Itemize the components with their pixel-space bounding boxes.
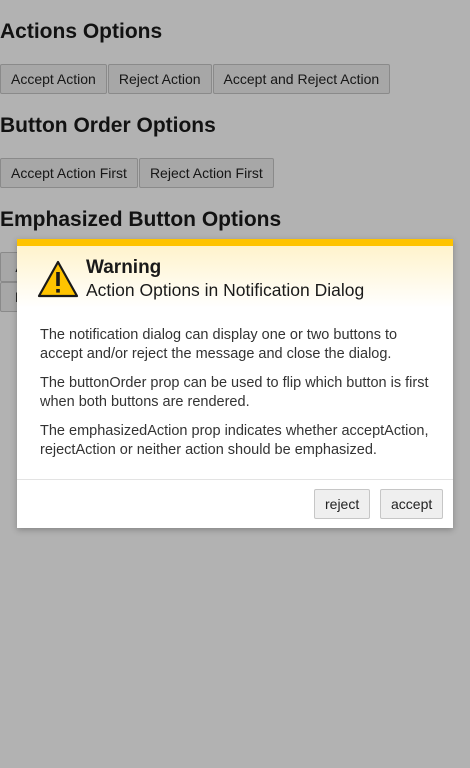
dialog-paragraph: The buttonOrder prop can be used to flip… (40, 375, 429, 410)
dialog-paragraph: The notification dialog can display one … (40, 327, 398, 362)
dialog-body: The notification dialog can display one … (17, 308, 453, 460)
notification-dialog: Warning Action Options in Notification D… (17, 239, 453, 528)
dialog-warning-bar (17, 239, 453, 246)
dialog-paragraph: The emphasizedAction prop indicates whet… (40, 423, 429, 458)
dialog-header: Warning Action Options in Notification D… (17, 246, 453, 308)
dialog-footer: reject accept (17, 479, 453, 528)
dialog-title: Action Options in Notification Dialog (86, 280, 365, 300)
page: Actions Options Accept Action Reject Act… (0, 0, 470, 768)
reject-button[interactable]: reject (314, 489, 371, 519)
accept-button[interactable]: accept (380, 489, 444, 519)
dialog-kind-label: Warning (86, 257, 162, 278)
warning-triangle-icon (37, 260, 79, 298)
